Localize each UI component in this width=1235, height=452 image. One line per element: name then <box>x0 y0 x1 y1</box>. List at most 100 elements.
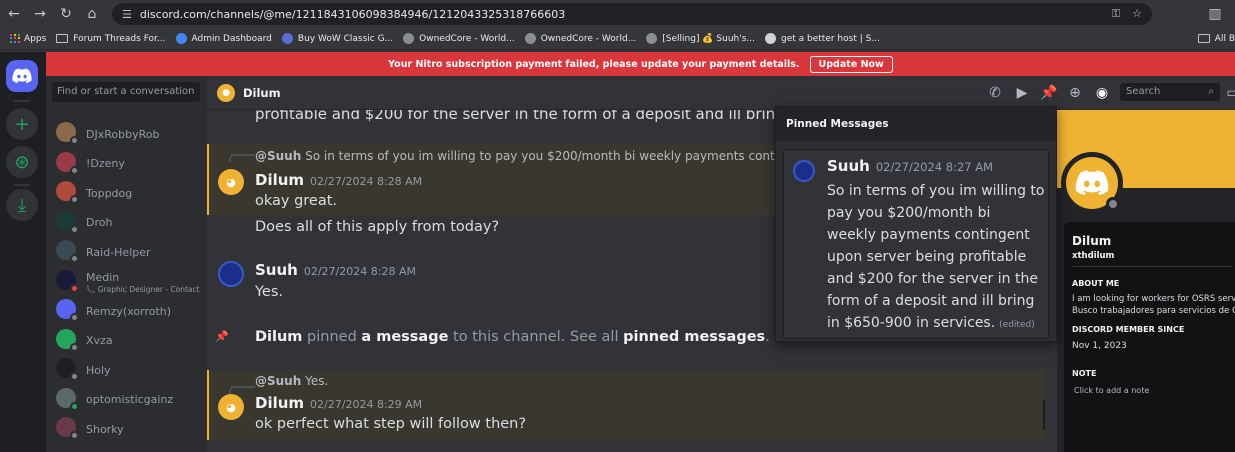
bookmark-item[interactable]: [Selling] 💰 Suuh's... <box>646 33 755 44</box>
pinned-title: Pinned Messages <box>776 107 1056 141</box>
dm-item[interactable]: Raid-Helper <box>56 237 201 263</box>
divider <box>1072 266 1232 267</box>
sidebar-toggle-icon[interactable]: ▥ <box>1203 2 1227 26</box>
inbox-icon[interactable]: ▭ <box>1224 84 1235 102</box>
all-bookmarks[interactable]: All B <box>1197 34 1235 44</box>
status-indicator <box>70 342 79 352</box>
site-info-icon[interactable]: ☰ <box>122 8 132 21</box>
home-icon[interactable]: ⌂ <box>80 2 104 26</box>
system-message: Dilum pinned a message to this channel. … <box>255 329 848 345</box>
avatar <box>56 181 79 204</box>
search-icon: ⌕ <box>1208 86 1214 97</box>
message-text: okay great. <box>255 193 338 209</box>
avatar <box>56 240 79 263</box>
wow-icon <box>281 33 293 44</box>
bookmark-item[interactable]: Admin Dashboard <box>175 33 272 44</box>
avatar[interactable] <box>218 261 244 287</box>
bookmark-item[interactable]: get a better host | S... <box>765 33 880 44</box>
ownedcore-icon <box>646 33 658 44</box>
pinned-text-line: and $200 for the server in the <box>827 271 1038 287</box>
user-profile-panel: Dilum xthdilum ABOUT ME I am looking for… <box>1057 110 1235 452</box>
bookmark-item[interactable]: OwnedCore - World... <box>403 33 515 44</box>
video-call-icon[interactable]: ▶ <box>1013 84 1031 102</box>
status-indicator <box>70 165 79 175</box>
dm-name: Droh <box>86 216 113 229</box>
scrollbar[interactable] <box>1043 400 1045 430</box>
add-server-icon[interactable]: + <box>6 108 38 140</box>
address-bar[interactable]: ☰ discord.com/channels/@me/1211843106098… <box>112 3 1152 25</box>
status-indicator <box>70 283 79 293</box>
avatar[interactable]: ◕ <box>218 169 244 195</box>
bookmark-item[interactable]: Buy WoW Classic G... <box>281 33 393 44</box>
folder-icon <box>1197 34 1210 43</box>
dm-item[interactable]: Xvza <box>56 326 201 352</box>
server-rail: + ⊛ ⤓ <box>0 52 46 452</box>
reply-preview[interactable]: @Suuh Yes. <box>255 374 328 388</box>
reload-icon[interactable]: ↻ <box>54 2 78 26</box>
edited-tag: (edited) <box>999 320 1035 330</box>
bookmark-item[interactable]: Forum Threads For... <box>56 34 166 44</box>
message-author[interactable]: Suuh 02/27/2024 8:28 AM <box>255 261 416 279</box>
chat-search-input[interactable]: Search ⌕ <box>1120 83 1220 101</box>
message-author[interactable]: Dilum 02/27/2024 8:28 AM <box>255 171 422 189</box>
dm-search-input[interactable]: Find or start a conversation <box>52 82 200 102</box>
ownedcore-icon <box>524 33 536 44</box>
note-input[interactable]: Click to add a note <box>1074 386 1149 395</box>
avatar[interactable]: ● <box>217 83 235 102</box>
back-icon[interactable]: ← <box>2 2 26 26</box>
add-friends-icon[interactable]: ⊕ <box>1066 84 1084 102</box>
nitro-payment-banner: Your Nitro subscription payment failed, … <box>46 52 1235 76</box>
message-author[interactable]: Dilum 02/27/2024 8:29 AM <box>255 394 422 412</box>
avatar[interactable] <box>793 160 815 182</box>
bookmark-apps[interactable]: Apps <box>10 33 46 44</box>
dm-item[interactable]: Holy <box>56 355 201 381</box>
pinned-text-line: pay you $200/month bi <box>827 205 991 221</box>
discord-home-icon[interactable] <box>6 60 38 92</box>
message-author[interactable]: Suuh 02/27/2024 8:27 AM <box>827 157 993 175</box>
bookmark-item[interactable]: OwnedCore - World... <box>524 33 636 44</box>
pinned-text-line: form of a deposit and ill bring <box>827 293 1035 309</box>
message-text: Yes. <box>255 284 284 300</box>
dm-item[interactable]: optomisticgainz <box>56 385 201 411</box>
dm-item[interactable]: Remzy(xorroth) <box>56 296 201 322</box>
message-text: profitable and $200 for the server in th… <box>255 110 837 123</box>
pin-icon: 📌 <box>215 330 229 343</box>
status-indicator <box>70 254 79 263</box>
pinned-text-line: So in terms of you im willing to <box>827 183 1045 199</box>
folder-icon <box>56 34 69 43</box>
dm-item[interactable]: Medin 📞 Graphic Designer - Contact <box>56 267 201 294</box>
dm-name: Xvza <box>86 334 113 347</box>
status-indicator <box>70 401 79 411</box>
dm-item[interactable]: Shorky <box>56 414 201 440</box>
key-icon[interactable]: ⚿ <box>1112 7 1120 21</box>
forward-icon[interactable]: → <box>28 2 52 26</box>
user-profile-icon[interactable]: ◉ <box>1093 84 1111 102</box>
bookmark-star-icon[interactable]: ☆ <box>1132 7 1142 21</box>
pinned-message[interactable]: Suuh 02/27/2024 8:27 AM So in terms of yo… <box>783 149 1049 339</box>
message-timestamp: 02/27/2024 8:27 AM <box>875 160 994 174</box>
explore-icon[interactable]: ⊛ <box>6 146 38 178</box>
avatar <box>56 210 79 234</box>
note-label: NOTE <box>1072 369 1097 378</box>
download-apps-icon[interactable]: ⤓ <box>6 189 38 221</box>
dm-item[interactable]: Droh <box>56 208 201 234</box>
voice-call-icon[interactable]: ✆ <box>986 84 1004 102</box>
status-indicator <box>1106 197 1120 211</box>
pinned-message-text: So in terms of you im willing to pay you … <box>827 180 1044 336</box>
dm-item[interactable]: Toppdog <box>56 178 201 204</box>
dm-name: Toppdog <box>86 186 133 200</box>
dm-item[interactable]: !Dzeny <box>56 149 201 175</box>
reply-preview[interactable]: @Suuh So in terms of you im willing to p… <box>255 149 778 163</box>
update-now-button[interactable]: Update Now <box>809 55 893 73</box>
dm-item[interactable]: DJxRobbyRob <box>56 119 201 145</box>
chat-header: ● Dilum ✆ ▶ 📌 ⊕ ◉ Search ⌕ ▭ <box>207 76 1235 110</box>
avatar[interactable] <box>1061 152 1123 214</box>
pinned-messages-icon[interactable]: 📌 <box>1040 84 1058 102</box>
member-since-label: DISCORD MEMBER SINCE <box>1072 325 1185 334</box>
status-indicator <box>70 372 79 381</box>
pinned-messages-popout: Pinned Messages Suuh 02/27/2024 8:27 AM S… <box>775 106 1057 342</box>
url-text: discord.com/channels/@me/121184310609838… <box>139 7 566 21</box>
avatar <box>56 387 79 411</box>
avatar[interactable]: ◕ <box>218 394 244 420</box>
reply-spine <box>229 386 255 394</box>
